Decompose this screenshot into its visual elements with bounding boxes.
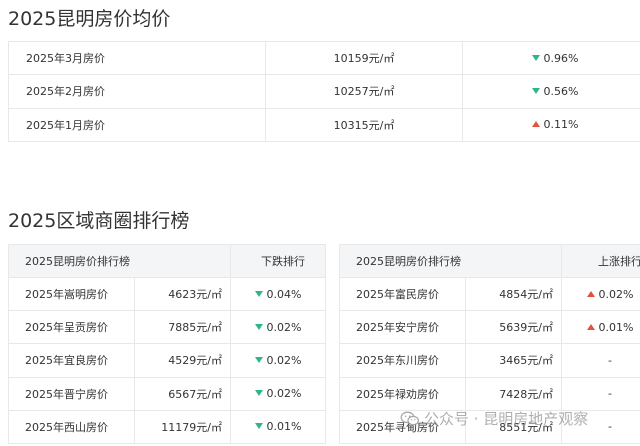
row-change: 0.96%: [462, 40, 640, 76]
row-change: 0.01%: [230, 409, 326, 444]
table-row: 2025年宜良房价 4529元/㎡ 0.02%: [8, 343, 326, 378]
table-header-row: 2025昆明房价排行榜 上涨排行: [339, 244, 640, 278]
change-value: 0.01%: [598, 320, 634, 334]
row-label: 2025年3月房价: [8, 40, 266, 76]
table-row: 2025年晋宁房价 6567元/㎡ 0.02%: [8, 376, 326, 411]
table-row: 2025年1月房价 10315元/㎡ 0.11%: [8, 107, 640, 142]
row-label: 2025年安宁房价: [339, 310, 466, 345]
up-arrow-icon: [531, 121, 540, 128]
row-change: 0.01%: [561, 310, 640, 345]
header-name: 2025昆明房价排行榜: [8, 244, 231, 278]
wechat-icon: [400, 411, 420, 425]
row-label: 2025年西山房价: [8, 409, 135, 444]
row-change: 0.02%: [230, 343, 326, 378]
table-row: 2025年安宁房价 5639元/㎡ 0.01%: [339, 310, 640, 345]
row-price: 4529元/㎡: [134, 343, 231, 378]
row-change: -: [561, 343, 640, 378]
row-price: 11179元/㎡: [134, 409, 231, 444]
row-change: 0.56%: [462, 74, 640, 109]
row-label: 2025年晋宁房价: [8, 376, 135, 411]
watermark-text: 公众号 · 昆明房地产观察: [424, 410, 589, 428]
row-price: 7885元/㎡: [134, 310, 231, 345]
down-arrow-icon: [531, 54, 540, 61]
row-label: 2025年禄劝房价: [339, 376, 466, 411]
up-arrow-icon: [586, 323, 595, 330]
section-title-ranking: 2025区域商圈排行榜: [8, 210, 190, 232]
row-label: 2025年嵩明房价: [8, 276, 135, 312]
change-value: 0.11%: [543, 118, 579, 132]
section-title-avg-price: 2025昆明房价均价: [8, 8, 171, 30]
table-row: 2025年呈贡房价 7885元/㎡ 0.02%: [8, 310, 326, 345]
down-arrow-icon: [254, 423, 263, 430]
row-change: -: [561, 376, 640, 411]
row-change: 0.02%: [230, 310, 326, 345]
row-label: 2025年呈贡房价: [8, 310, 135, 345]
row-label: 2025年宜良房价: [8, 343, 135, 378]
table-row: 2025年西山房价 11179元/㎡ 0.01%: [8, 409, 326, 444]
down-arrow-icon: [254, 356, 263, 363]
row-price: 10257元/㎡: [265, 74, 463, 109]
change-value: 0.02%: [266, 353, 302, 367]
header-rank: 上涨排行: [561, 244, 640, 278]
up-arrow-icon: [586, 290, 595, 297]
change-value: 0.02%: [598, 287, 634, 301]
header-name: 2025昆明房价排行榜: [339, 244, 562, 278]
down-arrow-icon: [254, 323, 263, 330]
table-row: 2025年3月房价 10159元/㎡ 0.96%: [8, 40, 640, 76]
change-value: 0.02%: [266, 320, 302, 334]
row-price: 7428元/㎡: [465, 376, 562, 411]
table-row: 2025年东川房价 3465元/㎡ -: [339, 343, 640, 378]
down-arrow-icon: [254, 390, 263, 397]
row-price: 10159元/㎡: [265, 40, 463, 76]
change-value: 0.02%: [266, 387, 302, 401]
row-label: 2025年东川房价: [339, 343, 466, 378]
change-value: 0.01%: [266, 420, 302, 434]
row-label: 2025年富民房价: [339, 276, 466, 312]
change-value: 0.56%: [543, 84, 579, 98]
row-price: 10315元/㎡: [265, 107, 463, 142]
decline-ranking-table: 2025昆明房价排行榜 下跌排行 2025年嵩明房价 4623元/㎡ 0.04%…: [8, 244, 326, 444]
row-change: 0.02%: [230, 376, 326, 411]
row-price: 3465元/㎡: [465, 343, 562, 378]
row-change: 0.02%: [561, 276, 640, 312]
row-price: 4854元/㎡: [465, 276, 562, 312]
row-label: 2025年1月房价: [8, 107, 266, 142]
change-value: 0.96%: [543, 51, 579, 65]
table-header-row: 2025昆明房价排行榜 下跌排行: [8, 244, 326, 278]
row-price: 4623元/㎡: [134, 276, 231, 312]
down-arrow-icon: [254, 290, 263, 297]
row-price: 5639元/㎡: [465, 310, 562, 345]
change-value: 0.04%: [266, 287, 302, 301]
row-change: 0.11%: [462, 107, 640, 142]
table-row: 2025年禄劝房价 7428元/㎡ -: [339, 376, 640, 411]
watermark: 公众号 · 昆明房地产观察: [400, 408, 588, 429]
header-rank: 下跌排行: [230, 244, 326, 278]
row-price: 6567元/㎡: [134, 376, 231, 411]
row-label: 2025年2月房价: [8, 74, 266, 109]
down-arrow-icon: [531, 87, 540, 94]
row-change: 0.04%: [230, 276, 326, 312]
table-row: 2025年2月房价 10257元/㎡ 0.56%: [8, 74, 640, 109]
avg-price-table: 2025年3月房价 10159元/㎡ 0.96% 2025年2月房价 10257…: [8, 40, 640, 142]
table-row: 2025年富民房价 4854元/㎡ 0.02%: [339, 276, 640, 312]
table-row: 2025年嵩明房价 4623元/㎡ 0.04%: [8, 276, 326, 312]
